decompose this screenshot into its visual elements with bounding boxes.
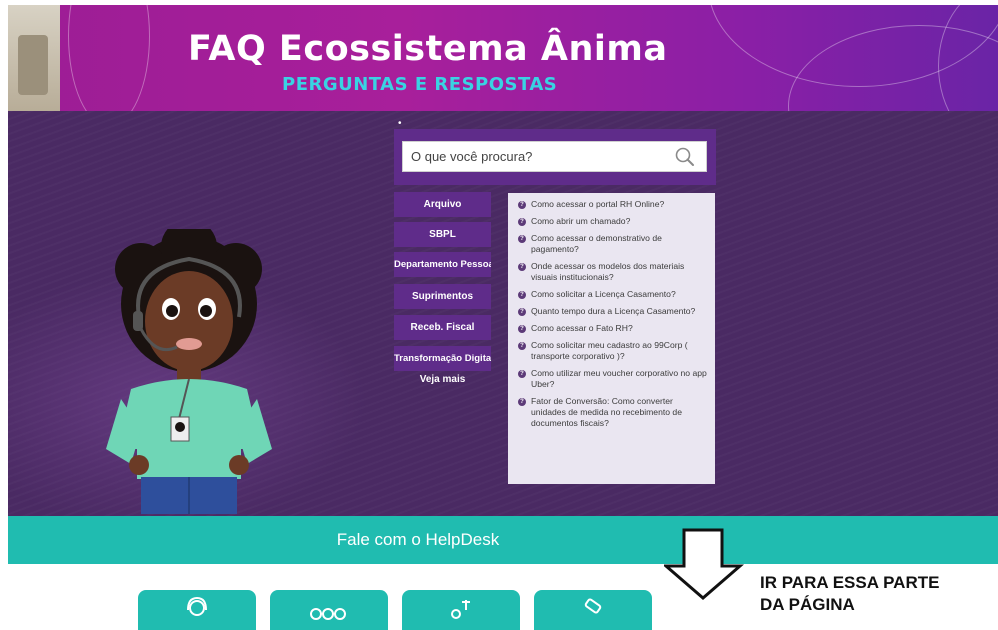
question-icon: ? xyxy=(518,263,526,271)
category-button-sbpl[interactable]: SBPL xyxy=(394,222,491,247)
question-icon: ? xyxy=(518,398,526,406)
see-more-link[interactable]: Veja mais xyxy=(394,374,491,385)
search-box xyxy=(402,141,707,172)
faq-question-item[interactable]: ? Como acessar o Fato RH? xyxy=(518,323,709,334)
faq-question-text: Como acessar o Fato RH? xyxy=(531,323,633,333)
faq-question-text: Como solicitar meu cadastro ao 99Corp ( … xyxy=(531,340,688,361)
annotation-text: IR PARA ESSA PARTE DA PÁGINA xyxy=(760,572,939,616)
decorative-curve xyxy=(68,5,150,111)
question-icon: ? xyxy=(518,370,526,378)
faq-question-text: Como acessar o portal RH Online? xyxy=(531,199,665,209)
faq-question-text: Onde acessar os modelos dos materiais vi… xyxy=(531,261,685,282)
down-arrow-icon xyxy=(664,528,744,600)
dots-icon xyxy=(310,608,346,620)
question-icon: ? xyxy=(518,342,526,350)
helpdesk-tile-legal[interactable] xyxy=(534,590,652,630)
category-button-arquivo[interactable]: Arquivo xyxy=(394,192,491,217)
faq-question-text: Como abrir um chamado? xyxy=(531,216,631,226)
assistant-character-illustration xyxy=(106,229,272,514)
headset-icon xyxy=(187,596,207,616)
helpdesk-bar: Fale com o HelpDesk xyxy=(8,516,998,564)
annotation-line-1: IR PARA ESSA PARTE xyxy=(760,573,940,592)
faq-question-text: Quanto tempo dura a Licença Casamento? xyxy=(531,306,696,316)
category-button-transformacao-digital[interactable]: Transformação Digital xyxy=(394,346,491,371)
question-icon: ? xyxy=(518,235,526,243)
helpdesk-tile-more[interactable] xyxy=(270,590,388,630)
question-icon: ? xyxy=(518,291,526,299)
search-section xyxy=(394,129,716,185)
decorative-dot: • xyxy=(398,118,402,129)
faq-main-panel: • O que você procura? Arquivo SBPL Depar… xyxy=(8,111,998,516)
faq-question-list: ? Como acessar o portal RH Online? ? Como … xyxy=(508,193,715,484)
faq-question-text: Como utilizar meu voucher corporativo no… xyxy=(531,368,707,389)
category-button-suprimentos[interactable]: Suprimentos xyxy=(394,284,491,309)
helpdesk-title: Fale com o HelpDesk xyxy=(336,530,500,549)
header-banner: FAQ Ecossistema Ânima PERGUNTAS E RESPOS… xyxy=(8,5,998,111)
banner-photo xyxy=(8,5,60,111)
faq-question-item[interactable]: ? Fator de Conversão: Como converter unid… xyxy=(518,396,709,429)
faq-question-item[interactable]: ? Como acessar o demonstrativo de pagamen… xyxy=(518,233,709,255)
helpdesk-tile-tools[interactable] xyxy=(402,590,520,630)
category-button-receb-fiscal[interactable]: Receb. Fiscal xyxy=(394,315,491,340)
page-title: FAQ Ecossistema Ânima xyxy=(188,29,668,69)
decorative-curve xyxy=(938,5,998,111)
faq-question-text: Como acessar o demonstrativo de pagament… xyxy=(531,233,662,254)
annotation-line-2: DA PÁGINA xyxy=(760,595,855,614)
faq-question-item[interactable]: ? Como solicitar meu cadastro ao 99Corp (… xyxy=(518,340,709,362)
search-icon[interactable] xyxy=(674,146,696,168)
tools-icon xyxy=(451,600,470,619)
helpdesk-tile-support[interactable] xyxy=(138,590,256,630)
page-subtitle: PERGUNTAS E RESPOSTAS xyxy=(282,74,558,95)
search-input[interactable] xyxy=(411,142,661,171)
gavel-icon xyxy=(584,598,602,614)
faq-question-item[interactable]: ? Onde acessar os modelos dos materiais v… xyxy=(518,261,709,283)
category-button-departamento-pessoal[interactable]: Departamento Pessoal xyxy=(394,252,491,277)
question-icon: ? xyxy=(518,218,526,226)
faq-question-item[interactable]: ? Como acessar o portal RH Online? xyxy=(518,199,709,210)
faq-question-item[interactable]: ? Como solicitar a Licença Casamento? xyxy=(518,289,709,300)
faq-question-item[interactable]: ? Quanto tempo dura a Licença Casamento? xyxy=(518,306,709,317)
question-icon: ? xyxy=(518,308,526,316)
faq-question-item[interactable]: ? Como utilizar meu voucher corporativo n… xyxy=(518,368,709,390)
faq-question-text: Como solicitar a Licença Casamento? xyxy=(531,289,676,299)
question-icon: ? xyxy=(518,325,526,333)
faq-question-item[interactable]: ? Como abrir um chamado? xyxy=(518,216,709,227)
faq-question-text: Fator de Conversão: Como converter unida… xyxy=(531,396,682,428)
question-icon: ? xyxy=(518,201,526,209)
